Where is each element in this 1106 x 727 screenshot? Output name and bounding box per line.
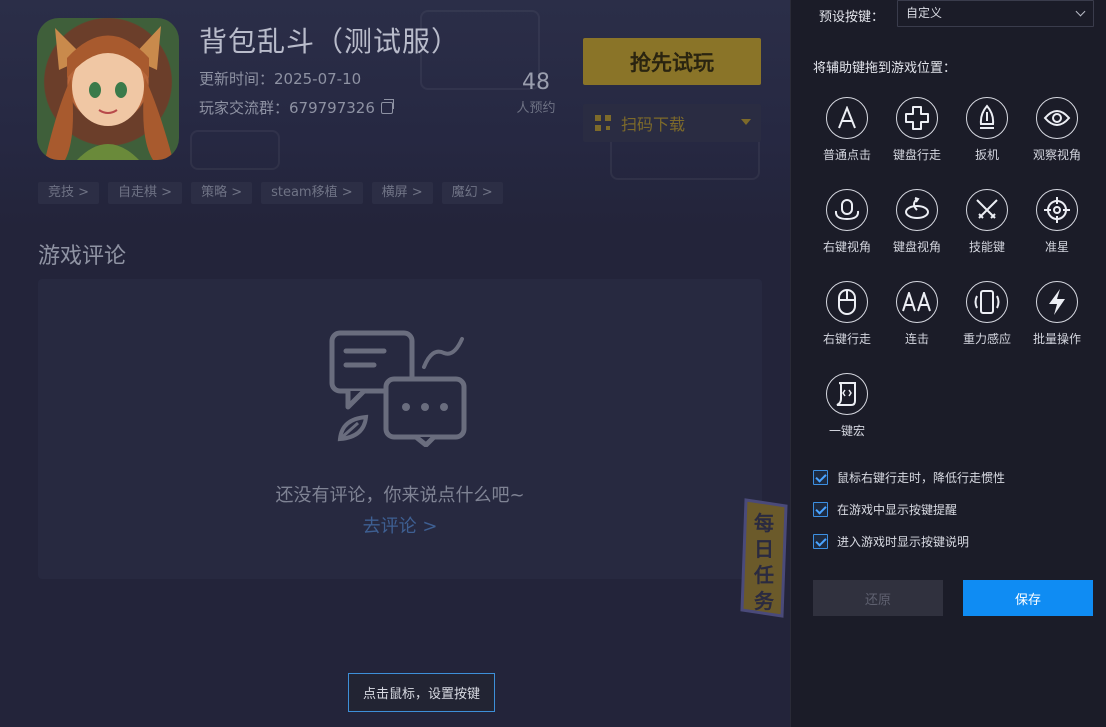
preset-label: 预设按键： xyxy=(819,10,885,25)
preset-value: 自定义 xyxy=(906,6,943,20)
checkbox-checked[interactable] xyxy=(813,502,828,517)
checkbox-checked[interactable] xyxy=(813,534,828,549)
drag-tip: 将辅助键拖到游戏位置： xyxy=(813,61,957,76)
key-right-click-view[interactable]: 右键视角 xyxy=(812,189,882,275)
player-group: 玩家交流群：679797326 xyxy=(199,97,394,118)
key-label: 扳机 xyxy=(974,148,999,162)
tag[interactable]: 横屏 > xyxy=(371,182,433,204)
tag-list: 竞技 > 自走棋 > 策略 > steam移植 > 横屏 > 魔幻 > xyxy=(38,182,503,204)
save-button[interactable]: 保存 xyxy=(963,580,1093,616)
chevron-down-icon xyxy=(1075,6,1086,17)
daily-task-char: 每 xyxy=(754,511,774,535)
dpad-icon xyxy=(896,97,938,139)
option-reduce-inertia[interactable]: 鼠标右键行走时，降低行走惯性 xyxy=(813,469,1005,486)
rotate-view-icon xyxy=(896,189,938,231)
tag[interactable]: 竞技 > xyxy=(38,182,100,204)
key-label: 准星 xyxy=(1044,240,1069,254)
daily-task-char: 任 xyxy=(753,563,774,587)
game-title: 背包乱斗（测试服） xyxy=(199,25,461,58)
key-label: 键盘视角 xyxy=(892,240,941,254)
checkbox-checked[interactable] xyxy=(813,470,828,485)
key-label: 右键视角 xyxy=(822,240,871,254)
set-key-hint: 点击鼠标，设置按键 xyxy=(348,673,495,712)
key-combo[interactable]: 连击 xyxy=(882,281,952,367)
comment-area: 还没有评论，你来说点什么吧~ 去评论 > xyxy=(38,279,762,579)
crosshair-icon xyxy=(1036,189,1078,231)
daily-task-char: 务 xyxy=(754,589,775,613)
mouse-orbit-icon xyxy=(826,189,868,231)
copy-icon[interactable] xyxy=(380,98,394,114)
key-one-click-macro[interactable]: 一键宏 xyxy=(812,373,882,459)
option-label: 鼠标右键行走时，降低行走惯性 xyxy=(837,471,1006,485)
option-show-key-reminder[interactable]: 在游戏中显示按键提醒 xyxy=(813,501,957,518)
phone-tilt-icon xyxy=(966,281,1008,323)
daily-task-badge[interactable]: 每 日 任 务 xyxy=(740,496,788,620)
game-detail-page: 背包乱斗（测试服） 更新时间：2025-07-10 玩家交流群：67979732… xyxy=(0,0,790,727)
reserve-count: 48 xyxy=(522,70,550,95)
key-label: 连击 xyxy=(904,332,929,346)
reserve-label: 人预约 xyxy=(516,101,556,116)
daily-task-char: 日 xyxy=(754,537,774,561)
option-show-key-guide[interactable]: 进入游戏时显示按键说明 xyxy=(813,533,969,550)
go-comment-link[interactable]: 去评论 > xyxy=(38,512,762,538)
reserve-counter: 48 人预约 xyxy=(510,70,562,116)
restore-button[interactable]: 还原 xyxy=(813,580,943,616)
preset-select[interactable]: 自定义 xyxy=(897,0,1094,27)
double-a-icon xyxy=(896,281,938,323)
key-crosshair[interactable]: 准星 xyxy=(1022,189,1092,275)
option-label: 进入游戏时显示按键说明 xyxy=(837,535,970,549)
crossed-swords-icon xyxy=(966,189,1008,231)
key-label: 技能键 xyxy=(968,240,1005,254)
scan-download-button[interactable]: 扫码下载 xyxy=(583,104,761,142)
key-trigger[interactable]: 扳机 xyxy=(952,97,1022,183)
key-keyboard-view[interactable]: 键盘视角 xyxy=(882,189,952,275)
tag[interactable]: steam移植 > xyxy=(261,182,363,204)
key-label: 批量操作 xyxy=(1032,332,1081,346)
section-title: 游戏评论 xyxy=(38,244,127,269)
qr-code-icon xyxy=(595,115,611,131)
key-normal-click[interactable]: 普通点击 xyxy=(812,97,882,183)
key-label: 重力感应 xyxy=(962,332,1011,346)
key-observe-view[interactable]: 观察视角 xyxy=(1022,97,1092,183)
macro-script-icon xyxy=(826,373,868,415)
player-group-text: 玩家交流群：679797326 xyxy=(199,99,375,117)
caret-down-icon xyxy=(741,119,751,125)
key-gravity-sensor[interactable]: 重力感应 xyxy=(952,281,1022,367)
empty-comment-text: 还没有评论，你来说点什么吧~ xyxy=(275,485,525,506)
eye-icon xyxy=(1036,97,1078,139)
key-label: 观察视角 xyxy=(1032,148,1081,162)
key-label: 右键行走 xyxy=(822,332,871,346)
key-right-click-walk[interactable]: 右键行走 xyxy=(812,281,882,367)
key-label: 普通点击 xyxy=(822,148,871,162)
mouse-icon xyxy=(826,281,868,323)
update-time: 更新时间：2025-07-10 xyxy=(199,70,362,88)
key-settings-panel: 预设按键： 自定义 将辅助键拖到游戏位置： 普通点击 键盘行走 扳机 观察视角 … xyxy=(790,0,1106,727)
download-label: 扫码下载 xyxy=(621,115,686,134)
tag[interactable]: 自走棋 > xyxy=(108,182,183,204)
tag[interactable]: 策略 > xyxy=(191,182,253,204)
key-label: 键盘行走 xyxy=(892,148,941,162)
key-skill[interactable]: 技能键 xyxy=(952,189,1022,275)
letter-a-icon xyxy=(826,97,868,139)
lightning-icon xyxy=(1036,281,1078,323)
key-label: 一键宏 xyxy=(828,424,865,438)
trigger-icon xyxy=(966,97,1008,139)
option-label: 在游戏中显示按键提醒 xyxy=(837,503,958,517)
game-icon xyxy=(37,18,179,160)
key-batch-operation[interactable]: 批量操作 xyxy=(1022,281,1092,367)
key-keyboard-walk[interactable]: 键盘行走 xyxy=(882,97,952,183)
try-now-button[interactable]: 抢先试玩 xyxy=(583,38,761,85)
tag[interactable]: 魔幻 > xyxy=(441,182,503,204)
empty-comment-illustration xyxy=(329,330,467,447)
